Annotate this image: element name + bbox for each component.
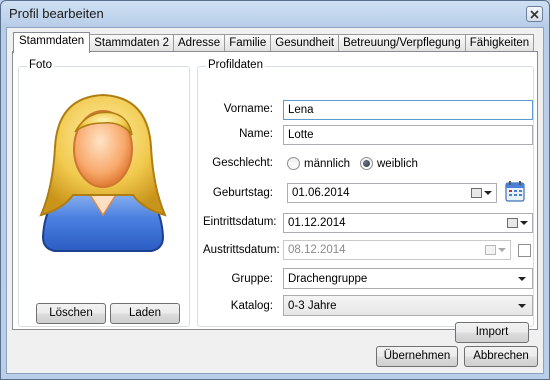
entry-date-value: 01.12.2014 [288,217,346,229]
apply-button[interactable]: Übernehmen [376,346,458,367]
group-label: Gruppe: [231,273,273,285]
exit-date-checkbox[interactable] [518,244,531,257]
tab-adresse[interactable]: Adresse [173,34,226,52]
group-dropdown[interactable]: Drachengruppe [283,268,533,289]
firstname-label: Vorname: [223,103,273,115]
group-value: Drachengruppe [288,273,368,285]
dialog-client: Stammdaten Stammdaten 2 Adresse Familie … [6,27,544,374]
profile-group-title: Profildaten [206,59,265,71]
lastname-field[interactable]: Lotte [283,125,533,145]
catalog-value: 0-3 Jahre [288,300,337,312]
tab-faehigkeiten[interactable]: Fähigkeiten [464,34,535,52]
tab-stammdaten-2[interactable]: Stammdaten 2 [89,34,174,52]
calendar-icon[interactable] [505,180,525,202]
delete-photo-button[interactable]: Löschen [36,303,106,324]
entry-date-label: Eintrittsdatum: [203,216,277,228]
cancel-button[interactable]: Abbrechen [464,346,538,367]
catalog-dropdown[interactable]: 0-3 Jahre [283,295,533,316]
birthday-picker[interactable]: 01.06.2014 [287,183,497,203]
user-avatar-icon [39,93,167,252]
gender-male-label: männlich [304,157,351,170]
gender-female-radio[interactable]: weiblich [360,157,418,170]
catalog-label: Katalog: [230,300,273,312]
lastname-label: Name: [239,128,273,140]
birthday-label: Geburtstag: [212,187,273,199]
tab-stammdaten[interactable]: Stammdaten [13,32,91,53]
photo-group: Foto Löschen Laden [18,59,190,327]
tab-familie[interactable]: Familie [224,34,272,52]
gender-label: Geschlecht: [212,157,273,169]
close-icon [530,9,539,19]
chevron-down-icon [484,191,492,195]
chevron-down-icon [518,304,526,308]
tab-bar: Stammdaten Stammdaten 2 Adresse Familie … [13,32,535,53]
close-button[interactable] [526,6,543,22]
gender-male-radio[interactable]: männlich [287,157,350,170]
radio-circle-selected [360,157,373,170]
load-photo-button[interactable]: Laden [110,303,180,324]
photo-group-title: Foto [27,59,55,71]
chevron-down-icon [498,248,506,252]
tab-page-stammdaten: Foto Löschen Laden Profildaten Vorname: … [12,51,538,330]
window-title: Profil bearbeiten [9,6,104,21]
title-bar[interactable]: Profil bearbeiten [1,1,549,27]
entry-date-dropdown-button[interactable] [507,217,529,229]
exit-date-value: 08.12.2014 [288,244,346,256]
exit-date-dropdown-button [485,244,507,256]
calendar-icon [485,245,496,255]
entry-date-picker[interactable]: 01.12.2014 [283,213,533,233]
calendar-icon [471,188,482,198]
import-button[interactable]: Import [455,322,529,343]
calendar-icon [507,218,518,228]
exit-date-picker: 08.12.2014 [283,240,511,260]
exit-date-label: Austrittsdatum: [203,244,280,256]
firstname-field[interactable]: Lena [283,100,533,120]
radio-dot [363,160,370,167]
chevron-down-icon [520,221,528,225]
birthday-value: 01.06.2014 [292,187,350,199]
birthday-dropdown-button[interactable] [471,187,493,199]
tab-gesundheit[interactable]: Gesundheit [270,34,340,52]
tab-betreuung[interactable]: Betreuung/Verpflegung [338,34,466,52]
gender-female-label: weiblich [377,157,418,170]
radio-circle [287,157,300,170]
dialog-window: Profil bearbeiten Stammdaten Stammdaten … [0,0,550,380]
chevron-down-icon [518,277,526,281]
